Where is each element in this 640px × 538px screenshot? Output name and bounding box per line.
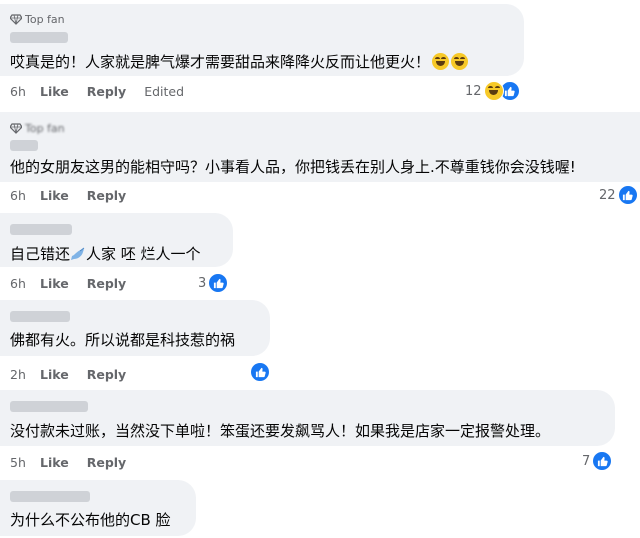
like-icon (208, 273, 229, 293)
comment-text: 自己错还 人家 呸 烂人一个 (10, 245, 201, 263)
comment-actions: 6h Like Reply Edited (10, 84, 184, 99)
edited-label: Edited (144, 84, 185, 99)
diamond-icon (10, 14, 22, 25)
comment-bubble: Top fan 哎真是的！人家就是脾气爆才需要甜品来降降火反而让他更火！ (0, 4, 524, 76)
reaction-summary[interactable]: 3 (198, 273, 229, 293)
reply-button[interactable]: Reply (87, 455, 126, 470)
comment-actions: 6h Like Reply (10, 276, 144, 291)
diamond-icon (10, 123, 22, 134)
timestamp[interactable]: 5h (10, 455, 40, 470)
reaction-count: 22 (599, 187, 616, 203)
reaction-count: 7 (582, 453, 591, 469)
haha-icon (483, 81, 504, 101)
comment-5: 没付款未过账，当然没下单啦！笨蛋还要发飙骂人！如果我是店家一定报警处理。 5h … (0, 390, 640, 478)
reaction-count: 12 (465, 83, 482, 99)
timestamp[interactable]: 6h (10, 84, 40, 99)
comment-text: 为什么不公布他的CB 脸 (10, 511, 171, 529)
comment-bubble: 为什么不公布他的CB 脸 (0, 480, 196, 536)
author-name-blurred[interactable] (10, 32, 68, 43)
reaction-count: 3 (198, 275, 207, 291)
comment-2: Top fan 他的女朋友这男的能相守吗？小事看人品，你把钱丢在别人身上.不尊重… (0, 108, 640, 210)
timestamp[interactable]: 6h (10, 276, 40, 291)
comment-actions: 6h Like Reply (10, 188, 144, 203)
comment-text: 哎真是的！人家就是脾气爆才需要甜品来降降火反而让他更火！ (10, 51, 469, 72)
timestamp[interactable]: 6h (10, 188, 40, 203)
comment-bubble: Top fan 他的女朋友这男的能相守吗？小事看人品，你把钱丢在别人身上.不尊重… (0, 112, 640, 182)
haha-emoji-icon (451, 53, 469, 70)
like-button[interactable]: Like (40, 84, 69, 99)
reply-button[interactable]: Reply (87, 367, 126, 382)
reply-button[interactable]: Reply (87, 188, 126, 203)
author-name-blurred[interactable] (10, 311, 70, 322)
top-fan-badge: Top fan (10, 13, 65, 26)
badge-label: Top fan (25, 122, 65, 135)
like-button[interactable]: Like (40, 188, 69, 203)
like-icon (250, 362, 270, 382)
top-fan-badge: Top fan (10, 122, 65, 135)
comment-bubble: 自己错还 人家 呸 烂人一个 (0, 213, 233, 267)
comment-actions: 2h Like Reply (10, 367, 144, 382)
reaction-summary[interactable]: 7 (582, 451, 613, 471)
author-name-blurred[interactable] (10, 491, 90, 502)
timestamp[interactable]: 2h (10, 367, 40, 382)
like-button[interactable]: Like (40, 367, 69, 382)
bird-icon (71, 247, 85, 260)
comment-actions: 5h Like Reply (10, 455, 144, 470)
comment-3: 自己错还 人家 呸 烂人一个 6h Like Reply 3 (0, 210, 640, 300)
comment-bubble: 没付款未过账，当然没下单啦！笨蛋还要发飙骂人！如果我是店家一定报警处理。 (0, 390, 615, 446)
like-icon (617, 185, 638, 205)
like-icon (592, 451, 613, 471)
comment-4: 佛都有火。所以说都是科技惹的祸 2h Like Reply (0, 300, 640, 390)
reply-button[interactable]: Reply (87, 276, 126, 291)
comment-text: 没付款未过账，当然没下单啦！笨蛋还要发飙骂人！如果我是店家一定报警处理。 (10, 422, 551, 440)
reaction-summary[interactable] (248, 362, 270, 382)
like-button[interactable]: Like (40, 455, 69, 470)
comment-6: 为什么不公布他的CB 脸 (0, 478, 640, 538)
reply-button[interactable]: Reply (87, 84, 126, 99)
author-name-blurred[interactable] (10, 224, 72, 235)
comment-1: Top fan 哎真是的！人家就是脾气爆才需要甜品来降降火反而让他更火！ 6h … (0, 0, 640, 108)
author-name-blurred[interactable] (10, 401, 88, 412)
comment-text: 佛都有火。所以说都是科技惹的祸 (10, 331, 236, 349)
reaction-summary[interactable]: 12 (465, 81, 520, 101)
badge-label: Top fan (25, 13, 65, 26)
haha-emoji-icon (432, 53, 450, 70)
author-name-blurred[interactable] (10, 140, 38, 151)
comment-text: 他的女朋友这男的能相守吗？小事看人品，你把钱丢在别人身上.不尊重钱你会没钱喔! (10, 158, 576, 176)
like-button[interactable]: Like (40, 276, 69, 291)
comment-bubble: 佛都有火。所以说都是科技惹的祸 (0, 300, 270, 356)
reaction-summary[interactable]: 22 (599, 185, 638, 205)
